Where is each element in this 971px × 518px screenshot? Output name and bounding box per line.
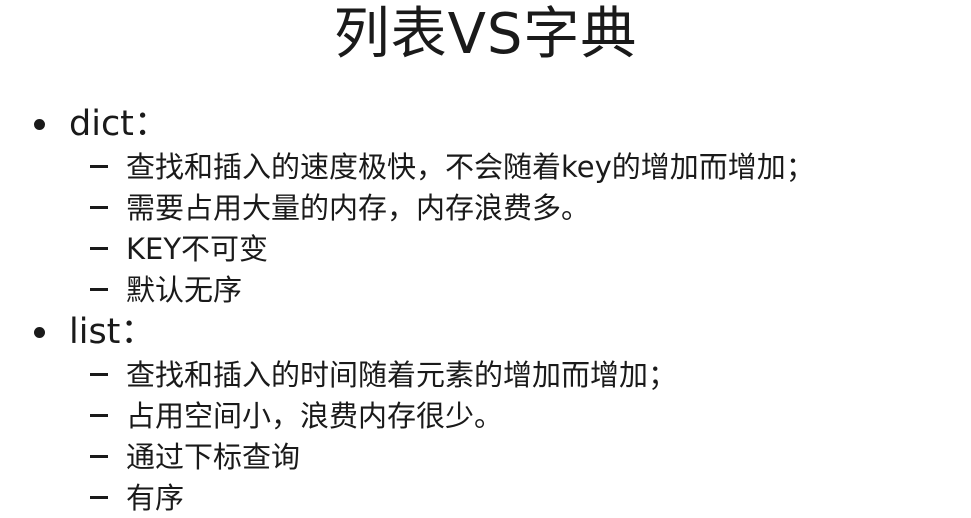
bullet-dot-icon xyxy=(34,118,45,130)
sub-item: 需要占用大量的内存，内存浪费多。 xyxy=(30,187,960,228)
sub-item: 默认无序 xyxy=(30,269,960,310)
sub-item: 查找和插入的速度极快，不会随着key的增加而增加； xyxy=(30,146,960,187)
sub-item: KEY不可变 xyxy=(30,228,960,269)
slide-title: 列表VS字典 xyxy=(333,2,638,67)
sub-item-text: KEY不可变 xyxy=(126,231,269,266)
sub-list: 查找和插入的速度极快，不会随着key的增加而增加； 需要占用大量的内存，内存浪费… xyxy=(30,146,960,310)
bullet-heading: list： xyxy=(69,312,156,352)
dash-icon xyxy=(90,414,108,417)
sub-item: 占用空间小，浪费内存很少。 xyxy=(30,395,960,436)
sub-item: 有序 xyxy=(30,477,960,518)
bullet-list-type: list： 查找和插入的时间随着元素的增加而增加； 占用空间小，浪费内存很少。 … xyxy=(30,310,960,518)
bullet-list: dict： 查找和插入的速度极快，不会随着key的增加而增加； 需要占用大量的内… xyxy=(30,102,960,518)
sub-item-text: 通过下标查询 xyxy=(126,439,301,474)
dash-icon xyxy=(90,373,108,376)
bullet-heading: dict： xyxy=(69,104,169,144)
sub-item-text: 有序 xyxy=(126,480,185,515)
sub-item: 查找和插入的时间随着元素的增加而增加； xyxy=(30,354,960,395)
dash-icon xyxy=(90,288,108,291)
sub-list: 查找和插入的时间随着元素的增加而增加； 占用空间小，浪费内存很少。 通过下标查询… xyxy=(30,354,960,518)
sub-item-text: 查找和插入的速度极快，不会随着key的增加而增加； xyxy=(126,149,815,184)
bullet-dot-icon xyxy=(34,326,45,338)
bullet-heading-row: list： xyxy=(30,310,960,354)
sub-item: 通过下标查询 xyxy=(30,436,960,477)
dash-icon xyxy=(90,496,108,499)
sub-item-text: 默认无序 xyxy=(126,272,243,307)
sub-item-text: 查找和插入的时间随着元素的增加而增加； xyxy=(126,357,678,392)
dash-icon xyxy=(90,455,108,458)
dash-icon xyxy=(90,206,108,209)
sub-item-text: 占用空间小，浪费内存很少。 xyxy=(126,398,504,433)
dash-icon xyxy=(90,247,108,250)
bullet-heading-row: dict： xyxy=(30,102,960,146)
bullet-dict: dict： 查找和插入的速度极快，不会随着key的增加而增加； 需要占用大量的内… xyxy=(30,102,960,310)
sub-item-text: 需要占用大量的内存，内存浪费多。 xyxy=(126,190,591,225)
dash-icon xyxy=(90,165,108,168)
slide: 列表VS字典 dict： 查找和插入的速度极快，不会随着key的增加而增加； 需… xyxy=(0,0,971,515)
